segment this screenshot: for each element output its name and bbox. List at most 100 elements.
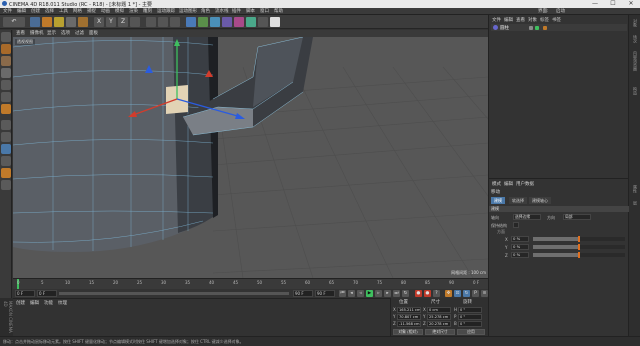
lock-workplane-icon[interactable] — [1, 168, 11, 178]
x-axis-lock-button[interactable]: X — [94, 17, 104, 27]
position-key-icon[interactable]: ✥ — [445, 290, 452, 297]
viewport-menu-panel[interactable]: 面板 — [89, 30, 98, 37]
array-icon[interactable] — [222, 17, 232, 27]
next-frame-icon[interactable]: ▹ — [375, 290, 382, 297]
position-y-field[interactable]: 70.807 cm — [397, 314, 421, 320]
side-tab-layers[interactable]: 层 — [632, 201, 638, 205]
size-y-field[interactable]: 25.278 cm — [427, 314, 451, 320]
recent-tool-icon[interactable] — [78, 17, 88, 27]
side-tab-content-browser[interactable]: 内容浏览器 — [632, 51, 638, 71]
size-x-field[interactable]: 0 cm — [427, 307, 451, 313]
attr-menu-mode[interactable]: 模式 — [492, 181, 501, 187]
apply-button[interactable]: 应用 — [457, 329, 485, 335]
object-name[interactable]: 圆柱 — [500, 25, 509, 31]
menu-snap[interactable]: 捕捉 — [87, 8, 96, 15]
previous-key-icon[interactable]: ◂ — [348, 290, 355, 297]
preview-range-slider[interactable] — [59, 292, 289, 295]
viewport-menu-cameras[interactable]: 摄像机 — [30, 30, 44, 37]
go-to-start-icon[interactable]: ⏮ — [339, 290, 346, 297]
object-menu-objects[interactable]: 对象 — [528, 17, 537, 23]
material-menu-function[interactable]: 功能 — [44, 300, 53, 306]
y-slider[interactable] — [533, 244, 625, 250]
parameter-key-icon[interactable]: P — [472, 290, 479, 297]
menu-script[interactable]: 脚本 — [246, 8, 255, 15]
menu-file[interactable]: 文件 — [3, 8, 12, 15]
render-view-icon[interactable] — [146, 17, 156, 27]
menu-character[interactable]: 角色 — [201, 8, 210, 15]
minimize-button[interactable]: — — [586, 0, 604, 8]
side-tab-objects[interactable]: 对象 — [632, 19, 638, 27]
scale-key-icon[interactable]: ⊡ — [454, 290, 461, 297]
coordinate-system-icon[interactable] — [130, 17, 140, 27]
menu-select[interactable]: 选择 — [45, 8, 54, 15]
menu-pipeline[interactable]: 流水线 — [215, 8, 229, 15]
make-editable-icon[interactable] — [1, 32, 11, 42]
visibility-dot-icon[interactable] — [529, 25, 533, 30]
record-icon[interactable]: ● — [415, 290, 422, 297]
rotation-key-icon[interactable]: ↻ — [463, 290, 470, 297]
viewport-solo-icon[interactable] — [1, 144, 11, 154]
material-menu-texture[interactable]: 纹理 — [58, 300, 67, 306]
menu-render[interactable]: 渲染 — [129, 8, 138, 15]
viewport-menu-view[interactable]: 查看 — [16, 30, 25, 37]
axis-select[interactable]: 选择边缘 — [513, 214, 541, 220]
menu-motion-tracker[interactable]: 运动跟踪 — [157, 8, 175, 15]
z-axis-lock-button[interactable]: Z — [118, 17, 128, 27]
scale-icon[interactable] — [54, 17, 64, 27]
menu-create[interactable]: 创建 — [31, 8, 40, 15]
orientation-select[interactable]: 局部 — [563, 214, 591, 220]
y-axis-lock-button[interactable]: Y — [106, 17, 116, 27]
tab-modeling-axis[interactable]: 建模轴心 — [529, 197, 551, 204]
position-z-field[interactable]: -11.568 cm — [397, 321, 421, 327]
menu-simulate[interactable]: 模拟 — [115, 8, 124, 15]
polygons-mode-icon[interactable] — [1, 104, 11, 114]
tab-modeling[interactable]: 建模 — [491, 197, 505, 204]
end-frame-field[interactable]: 90 F — [293, 290, 313, 297]
enable-axis-icon[interactable] — [1, 120, 11, 130]
perspective-viewport[interactable]: 透视视图 网格间距 : 100 cm — [13, 37, 488, 278]
rotation-h-field[interactable]: 0 ° — [458, 307, 482, 313]
light-icon[interactable] — [270, 17, 280, 27]
floor-icon[interactable] — [246, 17, 256, 27]
maximize-button[interactable]: ☐ — [604, 0, 622, 8]
live-select-icon[interactable] — [30, 17, 40, 27]
layout-select[interactable]: 启动 — [556, 8, 565, 15]
viewport-menu-filter[interactable]: 过滤 — [75, 30, 84, 37]
texture-mode-icon[interactable] — [1, 56, 11, 66]
rotation-b-field[interactable]: 0 ° — [458, 321, 482, 327]
edges-mode-icon[interactable] — [1, 92, 11, 102]
z-percent-field[interactable]: 0 % — [511, 252, 529, 258]
subdivision-icon[interactable] — [210, 17, 220, 27]
enabled-check-icon[interactable] — [535, 25, 539, 30]
rotation-p-field[interactable]: 0 ° — [458, 314, 482, 320]
attr-menu-edit[interactable]: 编辑 — [504, 181, 513, 187]
model-mode-icon[interactable] — [1, 44, 11, 54]
attr-menu-user-data[interactable]: 用户数据 — [516, 181, 534, 187]
object-menu-view[interactable]: 查看 — [516, 17, 525, 23]
material-menu-edit[interactable]: 编辑 — [30, 300, 39, 306]
snap-icon[interactable] — [1, 156, 11, 166]
y-percent-field[interactable]: 0 % — [511, 244, 529, 250]
x-slider[interactable] — [533, 236, 625, 242]
menu-window[interactable]: 窗口 — [260, 8, 269, 15]
section-header[interactable]: 建模 — [489, 206, 629, 212]
coordinate-mode-select[interactable]: 对象 (相对) — [393, 329, 423, 335]
current-frame-field[interactable]: 0 F — [15, 290, 35, 297]
close-button[interactable]: ✕ — [622, 0, 640, 8]
menu-tools[interactable]: 工具 — [59, 8, 68, 15]
autokey-icon[interactable]: ● — [424, 290, 431, 297]
object-menu-tags[interactable]: 标签 — [540, 17, 549, 23]
timeline-ruler[interactable]: 0 5 10 15 20 25 30 35 40 45 50 55 60 65 … — [13, 278, 488, 289]
viewport-menu-display[interactable]: 显示 — [47, 30, 56, 37]
x-percent-field[interactable]: 0 % — [511, 236, 529, 242]
play-icon[interactable]: ▶ — [366, 290, 373, 297]
phong-tag-icon[interactable] — [543, 25, 547, 30]
undo-icon[interactable]: ↶ — [3, 17, 25, 27]
points-mode-icon[interactable] — [1, 80, 11, 90]
move-icon[interactable] — [42, 17, 52, 27]
menu-help[interactable]: 帮助 — [274, 8, 283, 15]
menu-animate[interactable]: 动画 — [101, 8, 110, 15]
side-tab-attributes[interactable]: 属性 — [632, 185, 638, 193]
pen-spline-icon[interactable] — [198, 17, 208, 27]
loop-icon[interactable]: ↻ — [402, 290, 409, 297]
